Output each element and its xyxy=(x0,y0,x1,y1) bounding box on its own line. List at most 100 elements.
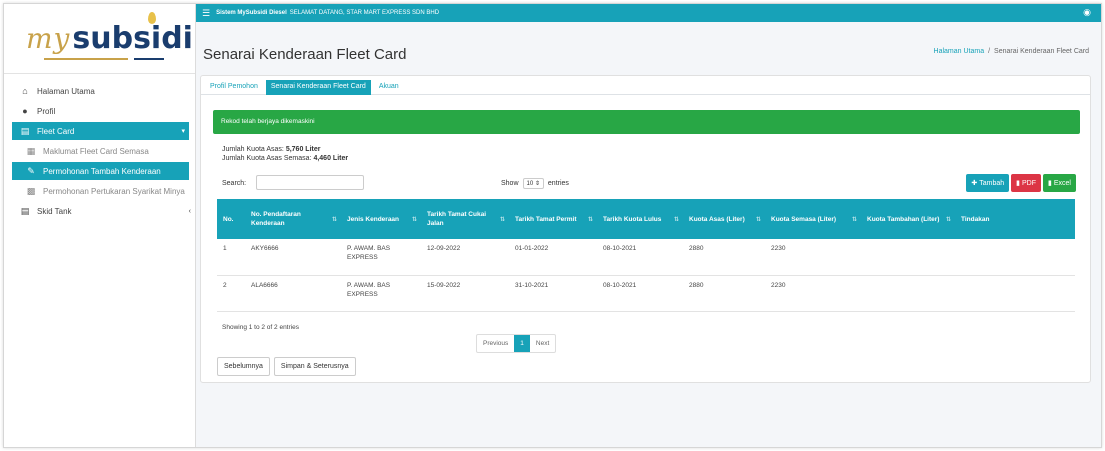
edit-icon: ✎ xyxy=(27,165,35,176)
sidebar-nav: ⌂ Halaman Utama ● Profil ▤ Fleet Card ▾ … xyxy=(4,74,195,220)
home-icon: ⌂ xyxy=(22,86,28,96)
col-header-label: Kuota Asas (Liter) xyxy=(689,215,745,223)
sort-icon: ⇅ xyxy=(755,217,761,223)
form-actions: Sebelumnya Simpan & Seterusnya xyxy=(217,357,356,376)
col-header-label: No. Pendaftaran Kenderaan xyxy=(251,211,301,227)
main-card: Profil Pemohon Senarai Kenderaan Fleet C… xyxy=(200,75,1091,383)
sebelumnya-button[interactable]: Sebelumnya xyxy=(217,357,270,376)
logo-underline-accent xyxy=(134,58,164,60)
col-header-permit[interactable]: Tarikh Tamat Permit ⇅ xyxy=(509,199,597,239)
col-header-no[interactable]: No. xyxy=(217,199,245,239)
success-alert: Rekod telah berjaya dikemaskini xyxy=(213,110,1080,134)
sort-icon: ⇅ xyxy=(945,217,951,223)
logo-subsidi: subsidi xyxy=(72,21,193,56)
breadcrumb-home-link[interactable]: Halaman Utama xyxy=(934,48,985,55)
page-length-control: Show 10 ⇕ entries xyxy=(501,178,569,189)
col-header-no-pendaftaran[interactable]: No. Pendaftaran Kenderaan ⇅ xyxy=(245,199,341,239)
col-header-label: Tindakan xyxy=(961,215,990,223)
cell-kuota-lulus: 08-10-2021 xyxy=(597,275,683,312)
chevron-down-icon: ▾ xyxy=(181,128,185,135)
page-1-button[interactable]: 1 xyxy=(514,335,530,352)
col-header-jenis[interactable]: Jenis Kenderaan ⇅ xyxy=(341,199,421,239)
tab-akuan[interactable]: Akuan xyxy=(374,80,404,95)
col-header-label: Jenis Kenderaan xyxy=(347,215,400,223)
col-header-kuota-lulus[interactable]: Tarikh Kuota Lulus ⇅ xyxy=(597,199,683,239)
search-input[interactable] xyxy=(256,175,364,190)
system-title: Sistem MySubsidi Diesel xyxy=(216,10,287,16)
flame-icon xyxy=(148,12,156,24)
truck-icon: ▩ xyxy=(26,185,36,196)
sidebar-item-label: Halaman Utama xyxy=(37,86,95,96)
cell-no-pendaftaran: AKY6666 xyxy=(245,239,341,276)
cell-kuota-tambahan xyxy=(861,239,955,276)
sidebar-item-profil[interactable]: ● Profil xyxy=(4,102,195,120)
sidebar-item-permohonan-tambah-kenderaan[interactable]: ✎ Permohonan Tambah Kenderaan xyxy=(12,162,189,180)
previous-button[interactable]: Previous xyxy=(477,335,514,352)
logo: my subsidi xyxy=(4,4,195,74)
col-header-label: Tarikh Tamat Cukai Jalan xyxy=(427,211,486,227)
welcome-text: SELAMAT DATANG, STAR MART EXPRESS SDN BH… xyxy=(289,10,440,16)
sidebar-item-label: Fleet Card xyxy=(37,126,75,136)
sidebar-item-skid-tank[interactable]: ▤ Skid Tank ‹ xyxy=(4,202,195,220)
table-row: 1 AKY6666 P. AWAM. BAS EXPRESS 12-09-202… xyxy=(217,239,1075,276)
cell-kuota-lulus: 08-10-2021 xyxy=(597,239,683,276)
user-account-icon[interactable]: ◉ xyxy=(1083,7,1091,18)
sidebar-item-fleet-card[interactable]: ▤ Fleet Card ▾ xyxy=(12,122,189,140)
hamburger-menu-icon[interactable]: ☰ xyxy=(202,8,210,19)
tambah-label: Tambah xyxy=(979,179,1005,187)
col-header-label: Kuota Semasa (Liter) xyxy=(771,215,837,223)
sidebar-item-halaman-utama[interactable]: ⌂ Halaman Utama xyxy=(4,82,195,100)
vehicle-table: No. No. Pendaftaran Kenderaan ⇅ Jenis Ken… xyxy=(217,199,1075,312)
tambah-button[interactable]: ✚ Tambah xyxy=(966,174,1010,192)
breadcrumb-current: Senarai Kenderaan Fleet Card xyxy=(994,48,1089,55)
sidebar-item-label: Profil xyxy=(37,106,56,116)
excel-label: Excel xyxy=(1053,179,1071,187)
sort-icon: ⇅ xyxy=(331,217,337,223)
table-header-row: No. No. Pendaftaran Kenderaan ⇅ Jenis Ken… xyxy=(217,199,1075,239)
cell-no: 2 xyxy=(217,275,245,312)
app-window: my subsidi ⌂ Halaman Utama ● Profil ▤ Fl… xyxy=(3,3,1102,448)
logo-underline xyxy=(44,58,128,60)
file-excel-icon: ▮ xyxy=(1048,180,1052,187)
entries-label: entries xyxy=(547,180,569,187)
quota-semasa: Jumlah Kuota Asas Semasa: 4,460 Liter xyxy=(222,154,348,163)
page-length-select[interactable]: 10 ⇕ xyxy=(522,178,544,189)
next-button[interactable]: Next xyxy=(530,335,555,352)
sidebar-item-label: Permohonan Pertukaran Syarikat Minya xyxy=(43,186,185,196)
quota-summary: Jumlah Kuota Asas: 5,760 Liter Jumlah Ku… xyxy=(222,145,348,163)
col-header-kuota-semasa[interactable]: Kuota Semasa (Liter) ⇅ xyxy=(765,199,861,239)
sidebar-item-label: Maklumat Fleet Card Semasa xyxy=(43,146,149,156)
simpan-seterusnya-button[interactable]: Simpan & Seterusnya xyxy=(273,357,356,376)
quota-asas-label: Jumlah Kuota Asas: xyxy=(222,146,284,153)
sidebar-item-permohonan-pertukaran[interactable]: ▩ Permohonan Pertukaran Syarikat Minya xyxy=(4,182,195,200)
tab-profil-pemohon[interactable]: Profil Pemohon xyxy=(205,80,263,95)
tab-senarai-kenderaan[interactable]: Senarai Kenderaan Fleet Card xyxy=(265,80,371,95)
sidebar-item-maklumat-fleet-card[interactable]: ▦ Maklumat Fleet Card Semasa xyxy=(4,142,195,160)
sort-icon: ⇅ xyxy=(587,217,593,223)
excel-button[interactable]: ▮ Excel xyxy=(1043,174,1076,192)
sidebar-item-label: Skid Tank xyxy=(37,206,72,216)
cell-permit: 01-01-2022 xyxy=(509,239,597,276)
page-title: Senarai Kenderaan Fleet Card xyxy=(203,46,407,63)
col-header-kuota-asas[interactable]: Kuota Asas (Liter) ⇅ xyxy=(683,199,765,239)
page-length-value: 10 xyxy=(526,181,534,187)
table-info: Showing 1 to 2 of 2 entries xyxy=(222,324,299,331)
cell-tindakan xyxy=(955,275,1075,312)
chevron-left-icon: ‹ xyxy=(188,207,191,215)
tab-bar: Profil Pemohon Senarai Kenderaan Fleet C… xyxy=(201,76,1090,95)
table-actions: ✚ Tambah ▮ PDF ▮ Excel xyxy=(966,174,1076,192)
breadcrumb-separator: / xyxy=(988,48,991,55)
id-card-icon: ▤ xyxy=(20,125,30,136)
plus-icon: ✚ xyxy=(971,180,978,187)
col-header-cukai-jalan[interactable]: Tarikh Tamat Cukai Jalan ⇅ xyxy=(421,199,509,239)
col-header-tindakan: Tindakan xyxy=(955,199,1075,239)
sidebar-item-label: Permohonan Tambah Kenderaan xyxy=(43,166,161,176)
cell-no-pendaftaran: ALA6666 xyxy=(245,275,341,312)
pdf-button[interactable]: ▮ PDF xyxy=(1011,174,1042,192)
logo-my: my xyxy=(26,22,71,55)
table-row: 2 ALA6666 P. AWAM. BAS EXPRESS 15-09-202… xyxy=(217,275,1075,312)
sort-icon: ⇅ xyxy=(411,217,417,223)
sort-icon: ⇅ xyxy=(499,217,505,223)
cell-kuota-semasa: 2230 xyxy=(765,239,861,276)
col-header-kuota-tambahan[interactable]: Kuota Tambahan (Liter) ⇅ xyxy=(861,199,955,239)
